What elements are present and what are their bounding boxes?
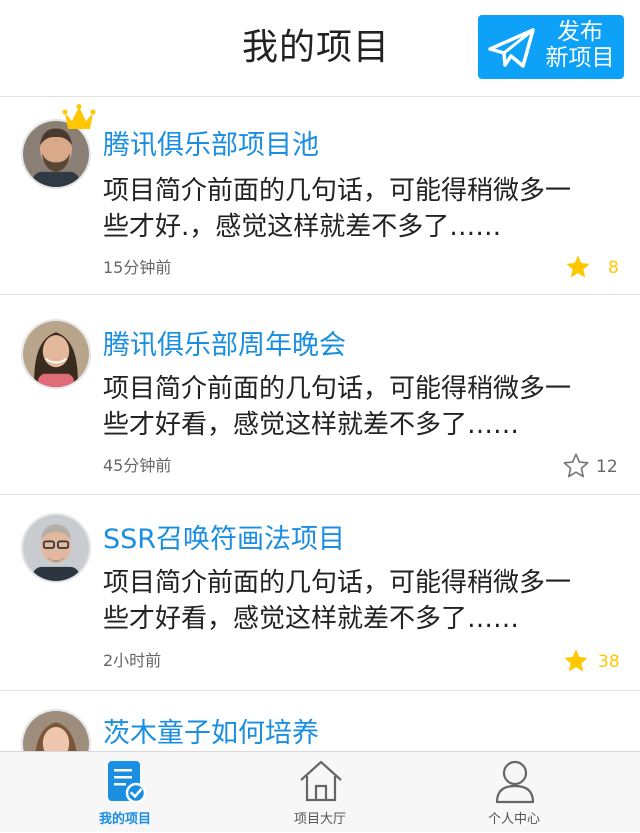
description-line: 些才好看，感觉这样就差不多了…… <box>103 410 520 440</box>
favorite-count: 12 <box>596 457 618 477</box>
avatar[interactable] <box>21 513 91 583</box>
favorite-toggle[interactable]: 38 <box>564 647 620 677</box>
list-item[interactable]: 茨木童子如何培养 <box>0 691 640 751</box>
timestamp: 45分钟前 <box>103 456 172 475</box>
favorite-toggle[interactable]: 8 <box>564 253 620 283</box>
timestamp: 15分钟前 <box>103 258 172 277</box>
description-line: 些才好.，感觉这样就差不多了…… <box>103 212 502 242</box>
timestamp: 2小时前 <box>103 651 162 670</box>
crown-icon <box>62 104 96 129</box>
list-item[interactable]: 腾讯俱乐部周年晚会 项目简介前面的几句话，可能得稍微多一 些才好看，感觉这样就差… <box>0 295 640 495</box>
project-description: 项目简介前面的几句话，可能得稍微多一 些才好看，感觉这样就差不多了…… <box>103 565 623 637</box>
bottom-tab-bar: 我的项目 项目大厅 个人中心 <box>0 751 640 832</box>
header-bar: 我的项目 发布 新项目 <box>0 0 640 97</box>
tab-project-hall[interactable]: 项目大厅 <box>220 752 420 833</box>
star-filled-icon <box>566 255 590 278</box>
description-line: 项目简介前面的几句话，可能得稍微多一 <box>103 568 572 598</box>
project-title[interactable]: SSR召唤符画法项目 <box>103 517 345 556</box>
user-icon <box>495 760 535 804</box>
paper-plane-icon <box>488 28 535 68</box>
description-line: 项目简介前面的几句话，可能得稍微多一 <box>103 176 572 206</box>
description-line: 些才好看，感觉这样就差不多了…… <box>103 604 520 634</box>
star-filled-icon <box>564 649 588 672</box>
publish-project-button[interactable]: 发布 新项目 <box>478 15 624 79</box>
list-item[interactable]: SSR召唤符画法项目 项目简介前面的几句话，可能得稍微多一 些才好看，感觉这样就… <box>0 495 640 691</box>
document-check-icon <box>108 761 147 804</box>
favorite-count: 38 <box>598 652 620 672</box>
favorite-toggle[interactable]: 12 <box>563 452 620 482</box>
tab-label: 个人中心 <box>487 812 540 827</box>
star-outline-icon <box>563 453 589 478</box>
description-line: 项目简介前面的几句话，可能得稍微多一 <box>103 374 572 404</box>
tab-my-projects[interactable]: 我的项目 <box>25 752 225 833</box>
tab-label: 我的项目 <box>98 812 151 827</box>
publish-button-label-line1: 发布 <box>557 19 603 45</box>
avatar[interactable] <box>21 319 91 389</box>
favorite-count: 8 <box>608 258 619 278</box>
list-item[interactable]: 腾讯俱乐部项目池 项目简介前面的几句话，可能得稍微多一 些才好.，感觉这样就差不… <box>0 97 640 295</box>
project-description: 项目简介前面的几句话，可能得稍微多一 些才好.，感觉这样就差不多了…… <box>103 173 623 245</box>
avatar[interactable] <box>21 709 91 751</box>
tab-personal-center[interactable]: 个人中心 <box>414 752 614 833</box>
publish-button-label-line2: 新项目 <box>545 45 615 71</box>
project-title[interactable]: 茨木童子如何培养 <box>103 711 319 750</box>
project-title[interactable]: 腾讯俱乐部项目池 <box>103 123 319 162</box>
home-icon <box>300 760 342 802</box>
project-description: 项目简介前面的几句话，可能得稍微多一 些才好看，感觉这样就差不多了…… <box>103 371 623 443</box>
project-title[interactable]: 腾讯俱乐部周年晚会 <box>103 323 346 362</box>
tab-label: 项目大厅 <box>293 812 346 827</box>
